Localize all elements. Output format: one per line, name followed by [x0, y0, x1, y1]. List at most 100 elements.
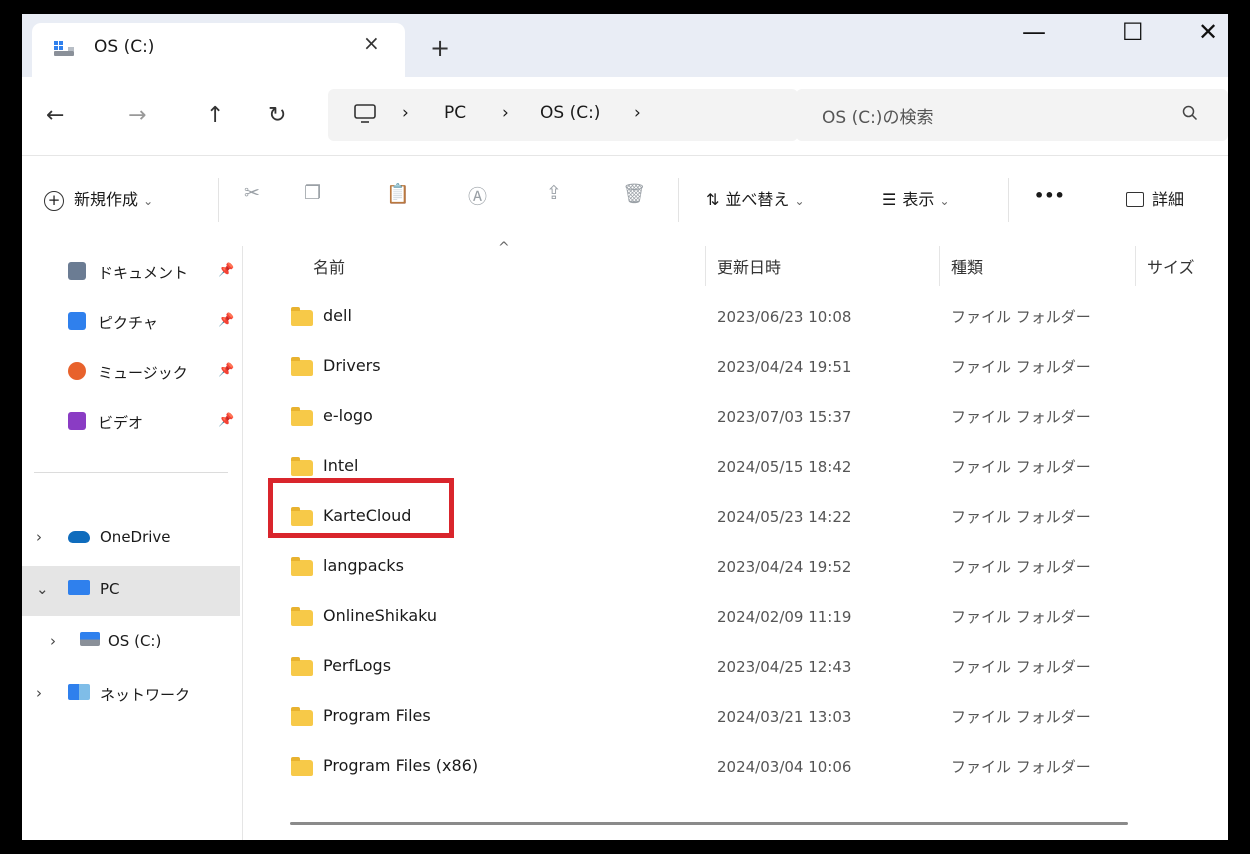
file-type: ファイル フォルダー — [951, 308, 1091, 326]
column-divider — [939, 246, 940, 286]
details-pane-icon — [1126, 192, 1144, 207]
folder-icon — [291, 457, 313, 476]
folder-icon — [291, 557, 313, 576]
file-row-intel[interactable]: Intel 2024/05/15 18:42 ファイル フォルダー — [263, 446, 1203, 496]
video-icon — [68, 412, 86, 430]
sidebar-item-os-c[interactable]: › OS (C:) — [22, 618, 240, 668]
breadcrumb-pc[interactable]: PC — [444, 103, 466, 123]
file-name: e-logo — [323, 406, 373, 425]
pin-icon: 📌 — [218, 313, 235, 328]
details-button[interactable]: 詳細 — [1126, 186, 1184, 210]
column-header-size[interactable]: サイズ — [1147, 254, 1195, 278]
new-button[interactable]: + 新規作成 ⌄ — [44, 186, 153, 211]
file-row-perflogs[interactable]: PerfLogs 2023/04/25 12:43 ファイル フォルダー — [263, 646, 1203, 696]
close-button[interactable]: ✕ — [1198, 18, 1218, 46]
column-divider — [705, 246, 706, 286]
chevron-down-icon: ⌄ — [143, 194, 154, 208]
chevron-right-icon[interactable]: › — [36, 684, 42, 702]
column-header-name[interactable]: 名前 — [313, 254, 345, 278]
sort-button[interactable]: ⇅ 並べ替え ⌄ — [706, 186, 805, 210]
copy-icon[interactable]: ❐ — [304, 182, 321, 204]
network-icon — [68, 684, 90, 700]
up-button[interactable]: ↑ — [206, 103, 224, 128]
computer-icon — [354, 104, 376, 123]
chevron-down-icon[interactable]: ⌄ — [36, 580, 49, 598]
file-name: Intel — [323, 456, 359, 475]
view-icon: ☰ — [882, 190, 897, 209]
file-modified-date: 2023/06/23 10:08 — [717, 308, 852, 326]
pictures-icon — [68, 312, 86, 330]
delete-icon[interactable]: 🗑 — [622, 182, 646, 205]
file-row-drivers[interactable]: Drivers 2023/04/24 19:51 ファイル フォルダー — [263, 346, 1203, 396]
file-modified-date: 2024/02/09 11:19 — [717, 608, 852, 626]
file-type: ファイル フォルダー — [951, 358, 1091, 376]
back-button[interactable]: ← — [46, 103, 64, 128]
title-bar: OS (C:) × + — ☐ ✕ — [22, 14, 1228, 77]
breadcrumb-separator: › — [402, 103, 409, 123]
more-button[interactable]: ••• — [1034, 186, 1065, 205]
horizontal-scrollbar[interactable] — [290, 822, 1128, 825]
file-name: PerfLogs — [323, 656, 392, 675]
paste-icon[interactable]: 📋 — [386, 182, 410, 205]
tab-close-button[interactable]: × — [363, 31, 380, 55]
breadcrumb[interactable]: › PC › OS (C:) › — [328, 89, 798, 141]
file-type: ファイル フォルダー — [951, 608, 1091, 626]
search-placeholder: OS (C:)の検索 — [822, 108, 934, 128]
file-row-e-logo[interactable]: e-logo 2023/07/03 15:37 ファイル フォルダー — [263, 396, 1203, 446]
cloud-icon — [68, 531, 90, 543]
pin-icon: 📌 — [218, 413, 235, 428]
folder-icon — [291, 607, 313, 626]
pin-icon: 📌 — [218, 363, 235, 378]
refresh-button[interactable]: ↻ — [268, 103, 286, 128]
column-headers: ^ 名前 更新日時 種類 サイズ — [243, 240, 1228, 286]
breadcrumb-os-c[interactable]: OS (C:) — [540, 103, 600, 123]
minimize-button[interactable]: — — [1022, 18, 1046, 46]
file-modified-date: 2023/04/25 12:43 — [717, 658, 852, 676]
file-row-langpacks[interactable]: langpacks 2023/04/24 19:52 ファイル フォルダー — [263, 546, 1203, 596]
new-tab-button[interactable]: + — [430, 36, 450, 60]
file-type: ファイル フォルダー — [951, 408, 1091, 426]
view-button-label: 表示 — [902, 190, 935, 209]
file-type: ファイル フォルダー — [951, 708, 1091, 726]
file-type: ファイル フォルダー — [951, 558, 1091, 576]
maximize-button[interactable]: ☐ — [1122, 18, 1144, 46]
file-name: OnlineShikaku — [323, 606, 438, 625]
document-icon — [68, 262, 86, 280]
folder-icon — [291, 357, 313, 376]
sidebar-item-label: ピクチャ — [98, 314, 158, 332]
chevron-right-icon[interactable]: › — [36, 528, 42, 546]
file-row-dell[interactable]: dell 2023/06/23 10:08 ファイル フォルダー — [263, 296, 1203, 346]
search-input[interactable]: OS (C:)の検索 — [796, 89, 1228, 141]
sidebar-item-music[interactable]: ミュージック 📌 — [22, 348, 240, 398]
tab-os-c[interactable]: OS (C:) × — [32, 23, 405, 77]
toolbar-divider — [1008, 178, 1009, 222]
file-row-program-files-x86[interactable]: Program Files (x86) 2024/03/04 10:06 ファイル … — [263, 746, 1203, 796]
file-row-program-files[interactable]: Program Files 2024/03/21 13:03 ファイル フォルダー — [263, 696, 1203, 746]
sidebar-item-videos[interactable]: ビデオ 📌 — [22, 398, 240, 448]
search-icon[interactable] — [1182, 105, 1198, 121]
share-icon[interactable]: ⇪ — [546, 182, 562, 204]
details-button-label: 詳細 — [1152, 190, 1185, 209]
file-type: ファイル フォルダー — [951, 658, 1091, 676]
view-button[interactable]: ☰ 表示 ⌄ — [882, 186, 950, 210]
cut-icon[interactable]: ✂ — [244, 182, 260, 204]
column-header-date[interactable]: 更新日時 — [717, 254, 781, 278]
sidebar-item-documents[interactable]: ドキュメント 📌 — [22, 248, 240, 298]
chevron-right-icon[interactable]: › — [50, 632, 56, 650]
sidebar-item-label: OS (C:) — [108, 632, 162, 650]
column-header-type[interactable]: 種類 — [951, 254, 983, 278]
sidebar-item-label: PC — [100, 580, 120, 598]
sidebar-item-pc[interactable]: ⌄ PC — [22, 566, 240, 616]
sidebar-item-pictures[interactable]: ピクチャ 📌 — [22, 298, 240, 348]
rename-icon[interactable]: Ⓐ — [468, 182, 487, 209]
forward-button[interactable]: → — [128, 103, 146, 128]
sort-icon: ⇅ — [706, 190, 720, 209]
drive-icon — [54, 41, 74, 56]
sort-button-label: 並べ替え — [725, 190, 790, 209]
sidebar-item-network[interactable]: › ネットワーク — [22, 670, 240, 720]
sidebar-item-label: OneDrive — [100, 528, 171, 546]
file-row-kartecloud[interactable]: KarteCloud 2024/05/23 14:22 ファイル フォルダー — [263, 496, 1203, 546]
sidebar-item-onedrive[interactable]: › OneDrive — [22, 514, 240, 564]
file-row-onlineshikaku[interactable]: OnlineShikaku 2024/02/09 11:19 ファイル フォルダー — [263, 596, 1203, 646]
file-explorer-window: OS (C:) × + — ☐ ✕ ← → ↑ ↻ › PC › OS (C:)… — [22, 14, 1228, 840]
